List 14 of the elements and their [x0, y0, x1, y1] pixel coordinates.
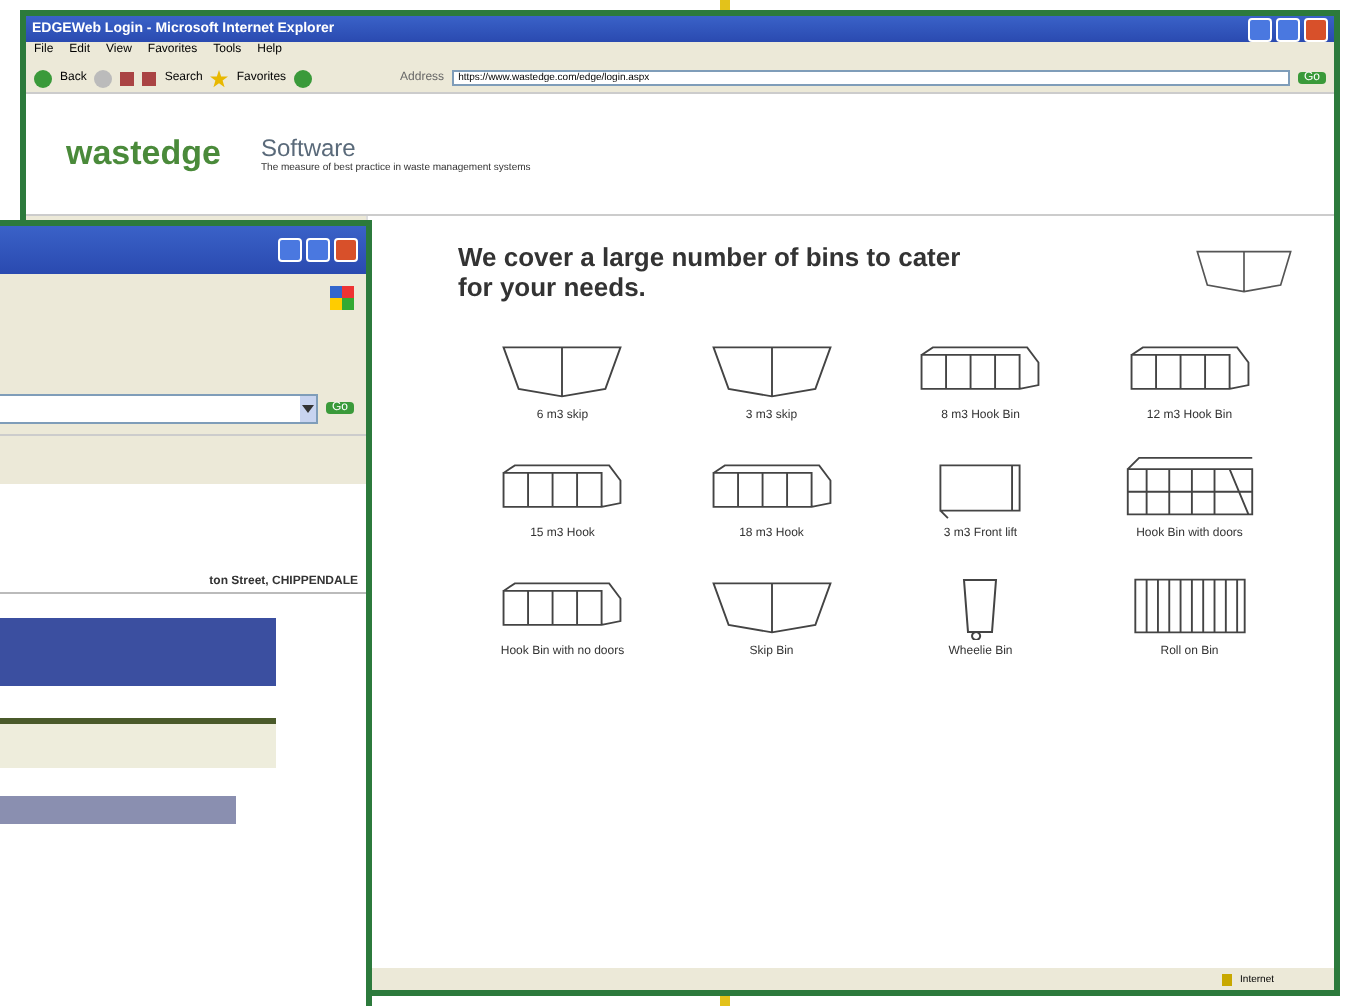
windows-flag-icon	[330, 286, 354, 310]
maximize-button[interactable]	[1276, 17, 1300, 41]
minimize-button[interactable]	[1248, 17, 1272, 41]
address-field[interactable]	[0, 393, 318, 423]
close-button[interactable]	[334, 238, 358, 262]
page-heading: We cover a large number of bins to cater for your needs.	[458, 244, 963, 304]
logo: wastedge	[66, 134, 221, 174]
minimize-button[interactable]	[278, 238, 302, 262]
product-name: Software	[260, 134, 358, 162]
star-icon[interactable]	[210, 69, 229, 87]
close-button[interactable]	[1304, 17, 1328, 41]
maximize-button[interactable]	[306, 238, 330, 262]
back-icon[interactable]	[34, 69, 52, 87]
wheelie-bin-drawing	[962, 577, 999, 640]
